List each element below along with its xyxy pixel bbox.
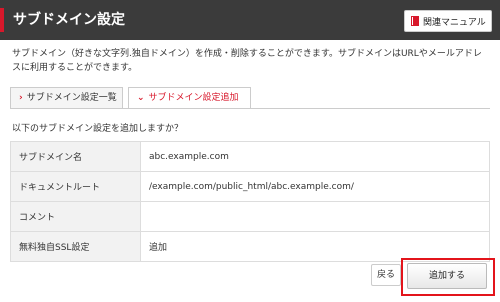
- tab-subdomain-add-label: サブドメイン設定追加: [148, 93, 239, 103]
- row-value-document-root: /example.com/public_html/abc.example.com…: [140, 171, 490, 202]
- chevron-down-icon: ⌄: [137, 93, 145, 103]
- related-manual-button[interactable]: 関連マニュアル: [404, 10, 492, 32]
- table-row: コメント: [10, 201, 490, 232]
- page-description: サブドメイン（好きな文字列.独自ドメイン）を作成・削除することができます。サブド…: [12, 49, 482, 73]
- add-button[interactable]: 追加する: [407, 263, 487, 289]
- tab-divider: [10, 108, 490, 109]
- table-row: サブドメイン名 abc.example.com: [10, 141, 490, 172]
- row-label-comment: コメント: [10, 201, 141, 232]
- table-row: ドキュメントルート /example.com/public_html/abc.e…: [10, 171, 490, 202]
- row-value-ssl: 追加: [140, 231, 490, 262]
- confirm-question: 以下のサブドメイン設定を追加しますか？: [12, 124, 184, 134]
- tab-subdomain-add[interactable]: ⌄ サブドメイン設定追加: [128, 87, 251, 109]
- row-label-ssl: 無料独自SSL設定: [10, 231, 141, 262]
- row-label-subdomain: サブドメイン名: [10, 141, 141, 172]
- tab-bar: › サブドメイン設定一覧 ⌄ サブドメイン設定追加: [10, 87, 490, 109]
- page-header: サブドメイン設定 関連マニュアル: [0, 0, 500, 40]
- tab-subdomain-list[interactable]: › サブドメイン設定一覧: [10, 87, 123, 109]
- row-value-subdomain: abc.example.com: [140, 141, 490, 172]
- chevron-right-icon: ›: [19, 93, 23, 103]
- related-manual-label: 関連マニュアル: [423, 17, 486, 28]
- row-label-document-root: ドキュメントルート: [10, 171, 141, 202]
- book-icon: [411, 16, 419, 26]
- tab-subdomain-list-label: サブドメイン設定一覧: [26, 93, 117, 103]
- back-button[interactable]: 戻る: [371, 264, 401, 286]
- header-accent-bar: [0, 8, 4, 32]
- table-row: 無料独自SSL設定 追加: [10, 231, 490, 262]
- page-title: サブドメイン設定: [13, 12, 125, 28]
- confirm-table: サブドメイン名 abc.example.com ドキュメントルート /examp…: [10, 141, 490, 262]
- row-value-comment: [140, 201, 490, 232]
